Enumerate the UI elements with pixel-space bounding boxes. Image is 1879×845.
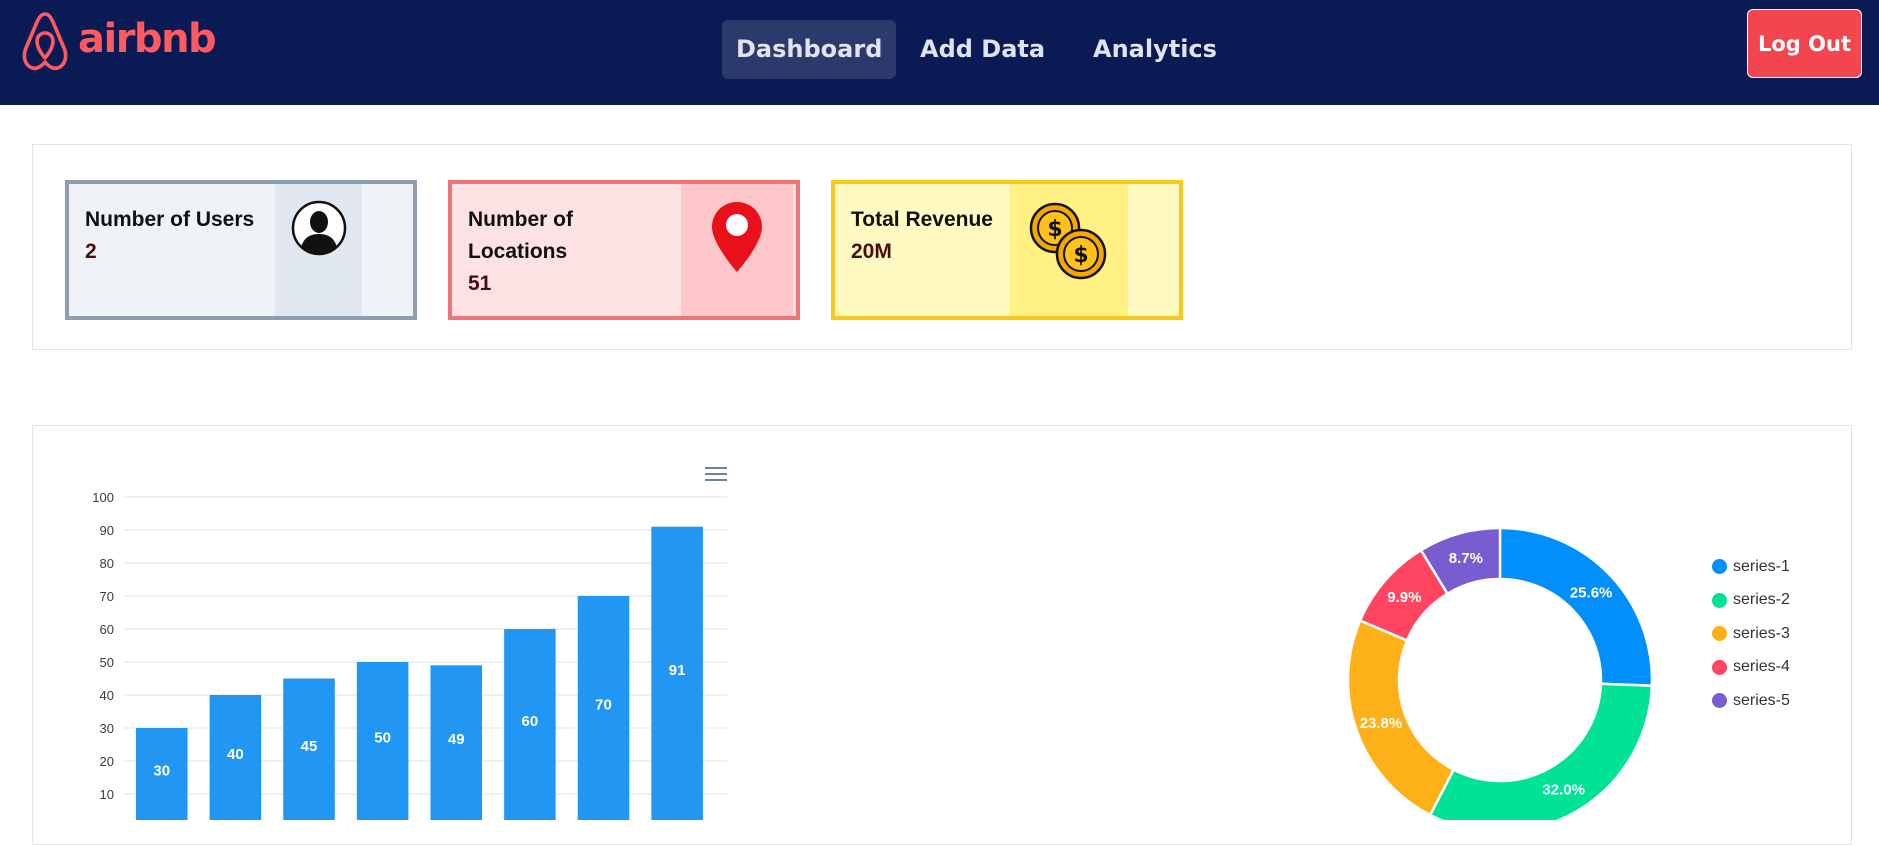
legend-item[interactable]: series-4 — [1712, 651, 1790, 685]
legend-marker — [1712, 592, 1727, 608]
y-tick-label: 20 — [100, 754, 114, 769]
y-tick-label: 70 — [100, 589, 114, 604]
bar-chart: 10 20 30 40 50 60 70 80 90 100 30 40 45 50 49 60 70 91 — [92, 490, 727, 820]
nav-dashboard[interactable]: Dashboard — [722, 20, 897, 79]
legend-item[interactable]: series-5 — [1712, 684, 1790, 718]
legend-label: series-3 — [1733, 624, 1790, 642]
top-navbar: airbnb Dashboard Add Data Analytics Log … — [0, 0, 1879, 105]
slice-data-label: 25.6% — [1570, 584, 1613, 601]
y-tick-label: 10 — [100, 787, 114, 802]
bar-data-label: 40 — [227, 746, 244, 763]
legend-item[interactable]: series-1 — [1712, 550, 1790, 584]
nav-analytics[interactable]: Analytics — [1079, 20, 1231, 79]
slice-data-label: 32.0% — [1542, 781, 1585, 798]
bar-data-label: 50 — [374, 730, 391, 747]
bar-data-label: 45 — [301, 738, 318, 755]
donut-chart: 25.6% 32.0% 23.8% 9.9% 8.7% — [1346, 526, 1654, 820]
donut-legend: series-1 series-2 series-3 series-4 seri… — [1712, 550, 1790, 718]
nav-add-data[interactable]: Add Data — [906, 20, 1059, 79]
revenue-card: Total Revenue 20M $ $ — [831, 180, 1183, 320]
legend-label: series-1 — [1733, 557, 1790, 575]
map-pin-icon — [712, 202, 762, 272]
users-label: Number of Users — [85, 208, 255, 231]
users-card: Number of Users 2 — [65, 180, 417, 320]
legend-label: series-4 — [1733, 658, 1790, 676]
users-value: 2 — [85, 240, 97, 263]
stats-panel: Number of Users 2 Number of Locations 51… — [32, 144, 1852, 350]
legend-marker — [1712, 693, 1727, 709]
coins-icon: $ $ — [1029, 202, 1107, 280]
slice-data-label: 8.7% — [1449, 550, 1483, 567]
y-tick-label: 100 — [92, 490, 114, 505]
slice-data-label: 23.8% — [1360, 715, 1403, 732]
legend-marker — [1712, 626, 1727, 642]
legend-label: series-5 — [1733, 691, 1790, 709]
slice-data-label: 9.9% — [1387, 589, 1421, 606]
legend-item[interactable]: series-2 — [1712, 584, 1790, 618]
locations-label: Number of Locations — [468, 208, 573, 263]
logo-text: airbnb — [78, 16, 217, 62]
user-icon — [291, 200, 346, 256]
donut-slice[interactable] — [1428, 682, 1654, 820]
locations-value: 51 — [468, 272, 492, 295]
svg-text:$: $ — [1073, 243, 1088, 268]
airbnb-logo[interactable]: airbnb — [20, 8, 217, 78]
revenue-label: Total Revenue — [851, 208, 993, 231]
legend-marker — [1712, 659, 1727, 675]
donut-slice[interactable] — [1498, 526, 1654, 688]
bar-data-label: 91 — [669, 662, 686, 679]
legend-marker — [1712, 559, 1727, 575]
bar-data-label: 49 — [448, 731, 465, 748]
logout-button[interactable]: Log Out — [1747, 9, 1862, 78]
y-tick-label: 80 — [100, 556, 114, 571]
legend-label: series-2 — [1733, 591, 1790, 609]
y-tick-label: 60 — [100, 622, 114, 637]
y-tick-label: 30 — [100, 721, 114, 736]
y-tick-label: 50 — [100, 655, 114, 670]
y-tick-label: 90 — [100, 523, 114, 538]
svg-text:$: $ — [1047, 217, 1062, 242]
y-tick-label: 40 — [100, 688, 114, 703]
locations-card: Number of Locations 51 — [448, 180, 800, 320]
airbnb-logo-icon — [22, 12, 68, 71]
revenue-value: 20M — [851, 240, 892, 263]
bar-data-label: 60 — [522, 713, 539, 730]
bar-data-label: 70 — [595, 697, 612, 714]
legend-item[interactable]: series-3 — [1712, 617, 1790, 651]
bar-data-label: 30 — [153, 763, 170, 780]
